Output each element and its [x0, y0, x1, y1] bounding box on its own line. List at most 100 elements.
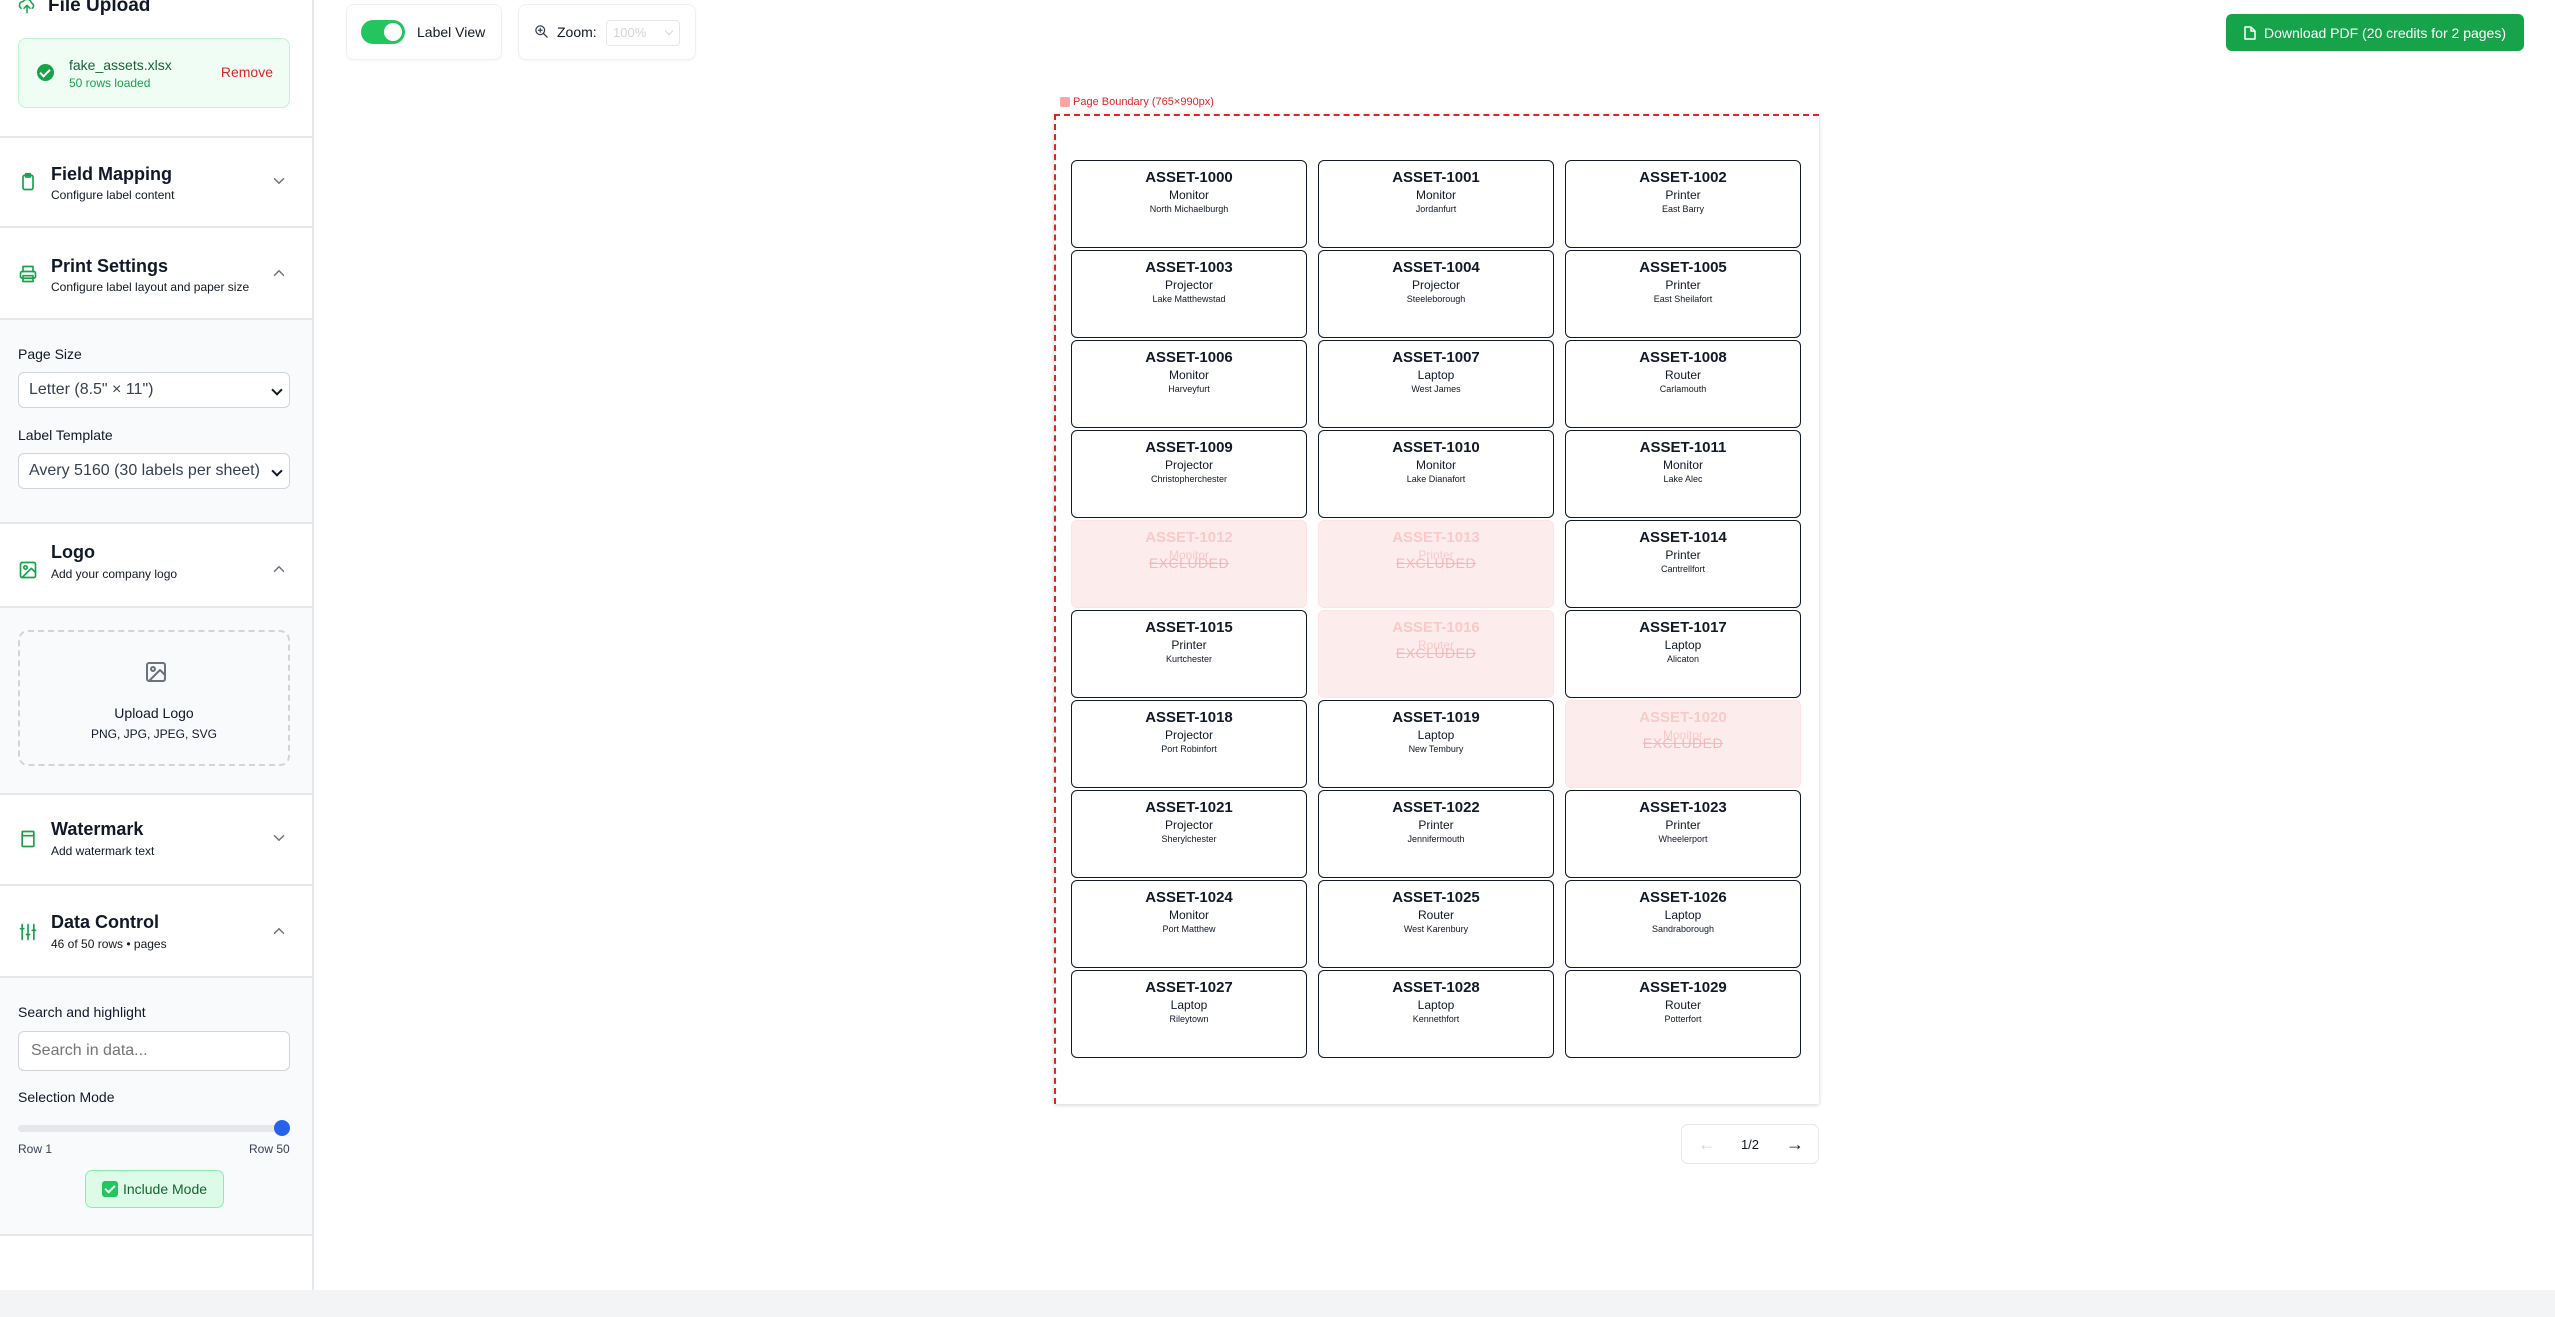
- asset-label[interactable]: ASSET-1023PrinterWheelerportEXCLUDED: [1565, 790, 1801, 878]
- asset-label[interactable]: ASSET-1008RouterCarlamouthEXCLUDED: [1565, 340, 1801, 428]
- uploaded-file-card: fake_assets.xlsx 50 rows loaded Remove: [18, 38, 290, 108]
- label-asset-location: Port Robinfort: [1161, 744, 1217, 754]
- label-asset-type: Router: [1664, 998, 1702, 1012]
- asset-label[interactable]: ASSET-1021ProjectorSherylchesterEXCLUDED: [1071, 790, 1307, 878]
- label-asset-id: ASSET-1023: [1639, 799, 1727, 816]
- watermark-header[interactable]: Watermark Add watermark text: [0, 793, 312, 885]
- label-asset-type: Laptop: [1417, 728, 1455, 742]
- label-asset-location: East Sheilafort: [1653, 294, 1713, 304]
- asset-label[interactable]: ASSET-1001MonitorJordanfurtEXCLUDED: [1318, 160, 1554, 248]
- asset-label[interactable]: ASSET-1000MonitorNorth MichaelburghEXCLU…: [1071, 160, 1307, 248]
- excluded-label[interactable]: ASSET-1020 Monitor EXCLUDED: [1565, 700, 1801, 788]
- print-settings-header[interactable]: Print Settings Configure label layout an…: [0, 226, 312, 320]
- asset-label[interactable]: ASSET-1011MonitorLake AlecEXCLUDED: [1565, 430, 1801, 518]
- label-asset-id: ASSET-1026: [1639, 889, 1727, 906]
- label-asset-type: Laptop: [1664, 908, 1702, 922]
- label-asset-location: Lake Alec: [1663, 474, 1703, 484]
- remove-file-button[interactable]: Remove: [221, 64, 273, 80]
- asset-label[interactable]: ASSET-1004ProjectorSteeleboroughEXCLUDED: [1318, 250, 1554, 338]
- rows-loaded: 50 rows loaded: [69, 76, 151, 90]
- bookmark-icon: [21, 830, 35, 848]
- chevron-down-icon: [273, 178, 285, 185]
- label-asset-id: ASSET-1008: [1639, 349, 1727, 366]
- upload-logo-dropzone[interactable]: Upload Logo PNG, JPG, JPEG, SVG: [18, 630, 290, 766]
- include-mode-button[interactable]: Include Mode: [85, 1170, 224, 1208]
- label-asset-id: ASSET-1017: [1639, 619, 1727, 636]
- asset-label[interactable]: ASSET-1027LaptopRileytownEXCLUDED: [1071, 970, 1307, 1058]
- excluded-label[interactable]: ASSET-1012 Monitor EXCLUDED: [1071, 520, 1307, 608]
- label-asset-location: Sherylchester: [1161, 834, 1217, 844]
- label-asset-type: Monitor: [1415, 188, 1456, 202]
- zoom-label: Zoom:: [557, 24, 597, 40]
- page-size-select[interactable]: Letter (8.5" × 11"): [18, 372, 290, 408]
- next-page-button[interactable]: →: [1786, 1134, 1804, 1155]
- range-max-label: Row 50: [249, 1142, 290, 1156]
- excluded-label[interactable]: ASSET-1013 Printer EXCLUDED: [1318, 520, 1554, 608]
- label-view-card: Label View: [346, 4, 502, 60]
- logo-subtitle: Add your company logo: [51, 567, 178, 581]
- asset-label[interactable]: ASSET-1026LaptopSandraboroughEXCLUDED: [1565, 880, 1801, 968]
- asset-label[interactable]: ASSET-1024MonitorPort MatthewEXCLUDED: [1071, 880, 1307, 968]
- label-asset-id: ASSET-1016: [1392, 619, 1480, 636]
- data-control-header[interactable]: Data Control 46 of 50 rows • pages: [0, 884, 312, 980]
- asset-label[interactable]: ASSET-1009ProjectorChristopherchesterEXC…: [1071, 430, 1307, 518]
- label-asset-location: New Tembury: [1408, 744, 1464, 754]
- asset-label[interactable]: ASSET-1028LaptopKennethfortEXCLUDED: [1318, 970, 1554, 1058]
- row-range-slider-handle[interactable]: [274, 1120, 290, 1136]
- label-template-select[interactable]: Avery 5160 (30 labels per sheet): [18, 453, 290, 489]
- label-asset-type: Projector: [1411, 278, 1461, 292]
- label-asset-location: Potterfort: [1664, 1014, 1702, 1024]
- download-pdf-button[interactable]: Download PDF (20 credits for 2 pages): [2226, 14, 2524, 51]
- asset-label[interactable]: ASSET-1014PrinterCantrellfortEXCLUDED: [1565, 520, 1801, 608]
- label-asset-type: Router: [1417, 908, 1455, 922]
- label-excluded-text: EXCLUDED: [1395, 555, 1477, 571]
- label-view-toggle[interactable]: [361, 20, 405, 44]
- row-range-slider[interactable]: [18, 1125, 290, 1132]
- search-input[interactable]: [18, 1031, 290, 1071]
- toggle-knob: [384, 23, 402, 41]
- chevron-up-icon: [273, 565, 285, 572]
- label-asset-location: North Michaelburgh: [1149, 204, 1229, 214]
- label-asset-type: Printer: [1665, 278, 1701, 292]
- label-asset-id: ASSET-1003: [1145, 259, 1233, 276]
- zoom-select[interactable]: 100%: [606, 20, 680, 46]
- asset-label[interactable]: ASSET-1010MonitorLake DianafortEXCLUDED: [1318, 430, 1554, 518]
- page-size-value: Letter (8.5" × 11"): [29, 381, 154, 398]
- asset-label[interactable]: ASSET-1022PrinterJennifermouthEXCLUDED: [1318, 790, 1554, 878]
- excluded-label[interactable]: ASSET-1016 Router EXCLUDED: [1318, 610, 1554, 698]
- watermark-subtitle: Add watermark text: [51, 844, 155, 858]
- label-asset-type: Monitor: [1662, 458, 1703, 472]
- logo-header[interactable]: Logo Add your company logo: [0, 522, 312, 616]
- asset-label[interactable]: ASSET-1017LaptopAlicatonEXCLUDED: [1565, 610, 1801, 698]
- check-circle-icon: [37, 64, 54, 81]
- asset-label[interactable]: ASSET-1025RouterWest KarenburyEXCLUDED: [1318, 880, 1554, 968]
- label-asset-id: ASSET-1018: [1145, 709, 1233, 726]
- label-asset-id: ASSET-1012: [1145, 529, 1233, 546]
- label-asset-location: Sandraborough: [1651, 924, 1715, 934]
- label-asset-location: Harveyfurt: [1168, 384, 1210, 394]
- upload-icon: [18, 0, 35, 14]
- label-asset-type: Printer: [1665, 188, 1701, 202]
- field-mapping-header[interactable]: Field Mapping Configure label content: [0, 136, 312, 228]
- asset-label[interactable]: ASSET-1003ProjectorLake MatthewstadEXCLU…: [1071, 250, 1307, 338]
- print-settings-body: Page Size Letter (8.5" × 11") Label Temp…: [0, 318, 312, 524]
- label-excluded-text: EXCLUDED: [1148, 555, 1230, 571]
- label-asset-type: Laptop: [1170, 998, 1208, 1012]
- image-icon: [19, 561, 37, 579]
- asset-label[interactable]: ASSET-1015PrinterKurtchesterEXCLUDED: [1071, 610, 1307, 698]
- label-asset-location: Christopherchester: [1150, 474, 1228, 484]
- label-asset-type: Monitor: [1415, 458, 1456, 472]
- label-asset-type: Projector: [1164, 458, 1214, 472]
- label-asset-type: Printer: [1171, 638, 1207, 652]
- asset-label[interactable]: ASSET-1006MonitorHarveyfurtEXCLUDED: [1071, 340, 1307, 428]
- chevron-down-icon: [273, 835, 285, 842]
- asset-label[interactable]: ASSET-1019LaptopNew TemburyEXCLUDED: [1318, 700, 1554, 788]
- data-control-title: Data Control: [51, 912, 159, 932]
- asset-label[interactable]: ASSET-1007LaptopWest JamesEXCLUDED: [1318, 340, 1554, 428]
- asset-label[interactable]: ASSET-1005PrinterEast SheilafortEXCLUDED: [1565, 250, 1801, 338]
- asset-label[interactable]: ASSET-1002PrinterEast BarryEXCLUDED: [1565, 160, 1801, 248]
- asset-label[interactable]: ASSET-1029RouterPotterfortEXCLUDED: [1565, 970, 1801, 1058]
- asset-label[interactable]: ASSET-1018ProjectorPort RobinfortEXCLUDE…: [1071, 700, 1307, 788]
- chevron-up-icon: [273, 269, 285, 276]
- label-asset-location: West Karenbury: [1403, 924, 1469, 934]
